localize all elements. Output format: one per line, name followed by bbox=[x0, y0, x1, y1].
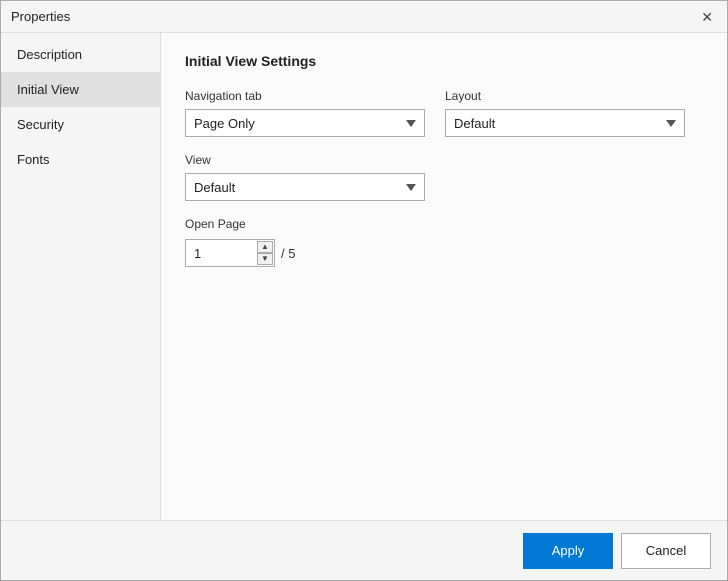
page-input-wrapper: ▲ ▼ bbox=[185, 239, 275, 267]
sidebar-item-initial-view[interactable]: Initial View bbox=[1, 72, 160, 107]
properties-dialog: Properties ✕ Description Initial View Se… bbox=[0, 0, 728, 581]
dialog-footer: Apply Cancel bbox=[1, 520, 727, 580]
spinner-down-button[interactable]: ▼ bbox=[257, 253, 273, 265]
view-label: View bbox=[185, 153, 425, 167]
section-title: Initial View Settings bbox=[185, 53, 703, 69]
sidebar-item-fonts[interactable]: Fonts bbox=[1, 142, 160, 177]
layout-select[interactable]: Default Single Page Two Page Continuous … bbox=[445, 109, 685, 137]
nav-tab-select[interactable]: Page Only Bookmarks Panel and Page Pages… bbox=[185, 109, 425, 137]
cancel-button[interactable]: Cancel bbox=[621, 533, 711, 569]
apply-button[interactable]: Apply bbox=[523, 533, 613, 569]
nav-layout-row: Navigation tab Page Only Bookmarks Panel… bbox=[185, 89, 703, 137]
spinner-up-button[interactable]: ▲ bbox=[257, 241, 273, 253]
nav-tab-group: Navigation tab Page Only Bookmarks Panel… bbox=[185, 89, 425, 137]
layout-group: Layout Default Single Page Two Page Cont… bbox=[445, 89, 685, 137]
view-group: View Default Fit Page Fit Width Fit Visi… bbox=[185, 153, 425, 201]
close-button[interactable]: ✕ bbox=[697, 8, 717, 26]
spinner-buttons: ▲ ▼ bbox=[257, 241, 273, 265]
title-bar: Properties ✕ bbox=[1, 1, 727, 33]
page-total: / 5 bbox=[281, 246, 295, 261]
sidebar-item-description[interactable]: Description bbox=[1, 37, 160, 72]
nav-tab-label: Navigation tab bbox=[185, 89, 425, 103]
open-page-section: Open Page ▲ ▼ / 5 bbox=[185, 217, 703, 267]
dialog-body: Description Initial View Security Fonts … bbox=[1, 33, 727, 520]
sidebar-item-security[interactable]: Security bbox=[1, 107, 160, 142]
sidebar: Description Initial View Security Fonts bbox=[1, 33, 161, 520]
view-select[interactable]: Default Fit Page Fit Width Fit Visible A… bbox=[185, 173, 425, 201]
view-row: View Default Fit Page Fit Width Fit Visi… bbox=[185, 153, 703, 201]
page-input-row: ▲ ▼ / 5 bbox=[185, 239, 703, 267]
dialog-title: Properties bbox=[11, 9, 70, 24]
main-content: Initial View Settings Navigation tab Pag… bbox=[161, 33, 727, 520]
layout-label: Layout bbox=[445, 89, 685, 103]
open-page-label: Open Page bbox=[185, 217, 703, 231]
